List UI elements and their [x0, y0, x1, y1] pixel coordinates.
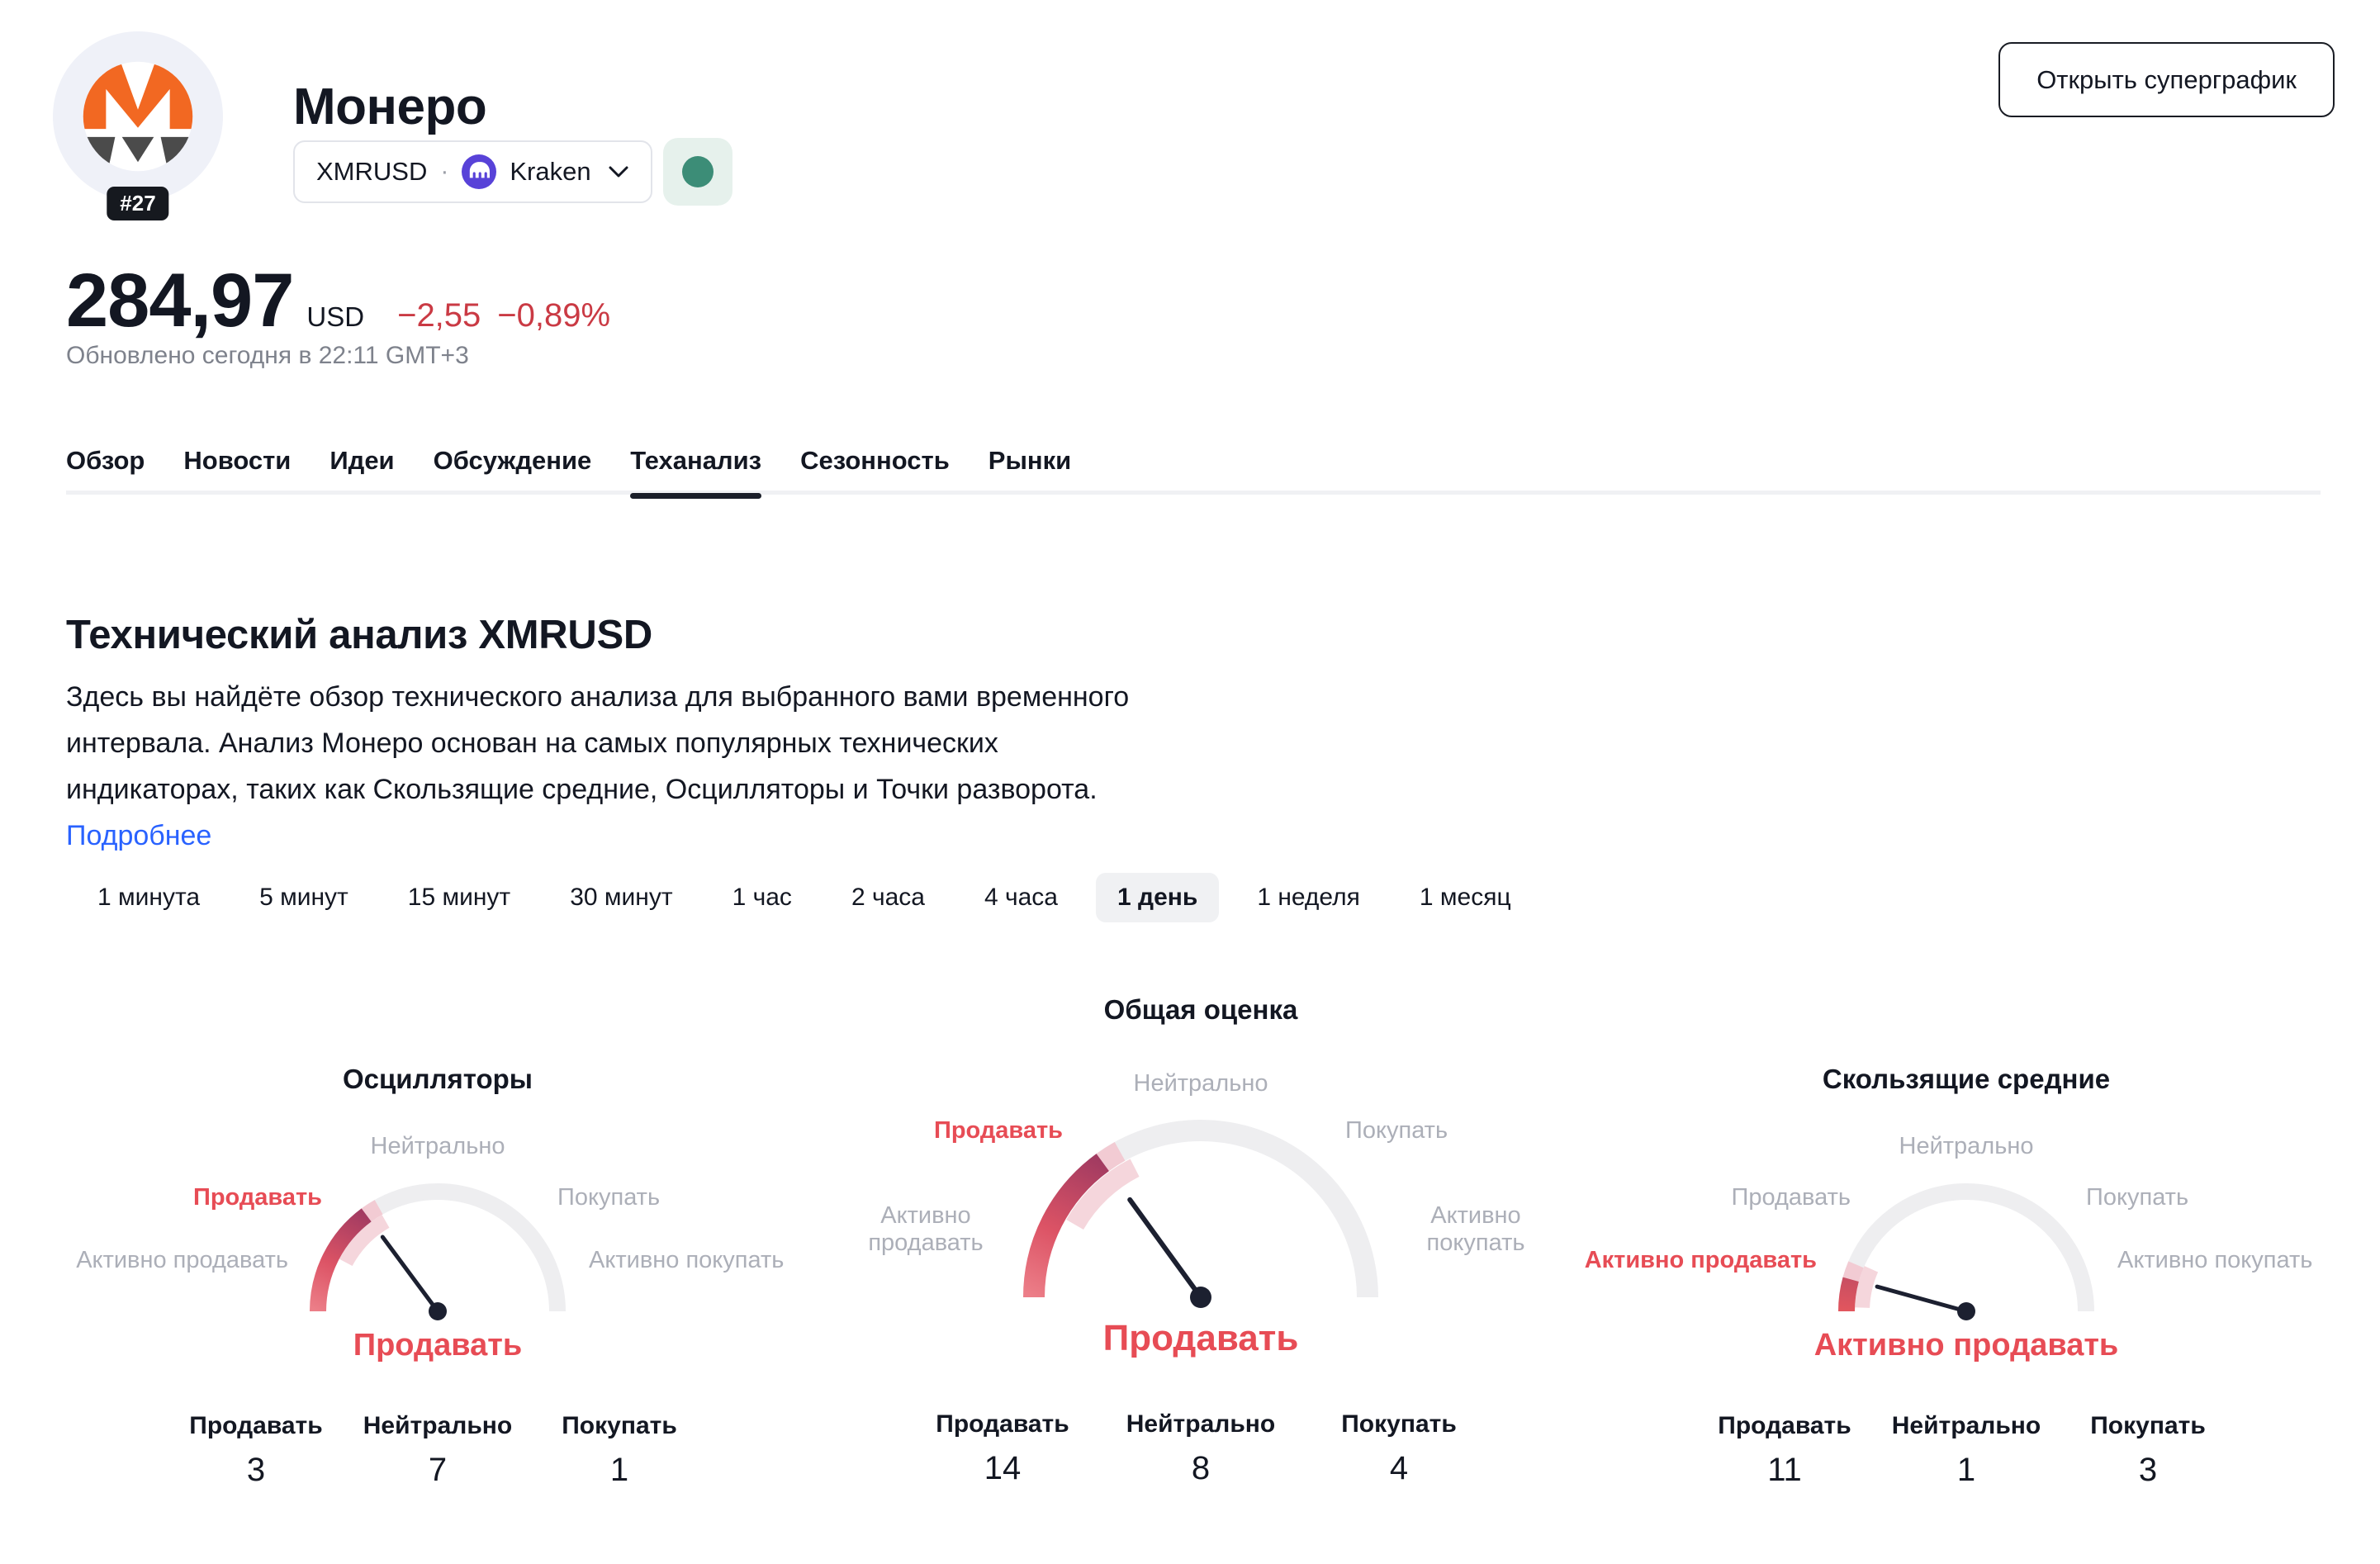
- section-description: Здесь вы найдёте обзор технического анал…: [66, 674, 1140, 859]
- gauge-needle: [1130, 1200, 1211, 1308]
- count-sell-value: 14: [903, 1450, 1102, 1487]
- section-heading: Технический анализ XMRUSD: [66, 612, 652, 658]
- market-open-dot-icon: [682, 156, 714, 187]
- gauge-title: Общая оценка: [788, 994, 1614, 1026]
- gauge-counts: Продавать 3 Нейтрально 7 Покупать 1: [66, 1412, 809, 1489]
- count-neutral: Нейтрально 8: [1102, 1410, 1300, 1487]
- tab-overview[interactable]: Обзор: [66, 443, 145, 491]
- count-buy-label: Покупать: [2057, 1412, 2239, 1440]
- open-superchart-button[interactable]: Открыть суперграфик: [1998, 42, 2335, 117]
- tab-technicals[interactable]: Теханализ: [630, 443, 761, 491]
- count-sell-label: Продавать: [165, 1412, 347, 1440]
- gauge-label-strong-buy: Активно покупать: [1406, 1202, 1546, 1257]
- gauge-label-strong-sell: Активно продавать: [856, 1202, 996, 1257]
- count-neutral-label: Нейтрально: [1102, 1410, 1300, 1438]
- count-buy-label: Покупать: [529, 1412, 710, 1440]
- interval-2-hours[interactable]: 2 часа: [830, 873, 946, 922]
- count-buy: Покупать 3: [2057, 1412, 2239, 1489]
- gauge-dial: [289, 1179, 586, 1328]
- interval-1-month[interactable]: 1 месяц: [1398, 873, 1533, 922]
- count-neutral-label: Нейтрально: [1875, 1412, 2057, 1440]
- symbol-label: XMRUSD: [316, 157, 427, 187]
- market-cap-rank-badge: #27: [107, 187, 168, 220]
- technical-analysis-page: { "header": { "coin_name": "Монеро", "ra…: [0, 0, 2380, 1564]
- gauge-counts: Продавать 14 Нейтрально 8 Покупать 4: [788, 1410, 1614, 1487]
- gauge-label-neutral: Нейтрально: [1595, 1133, 2338, 1160]
- price-change-abs: −2,55: [397, 297, 481, 334]
- count-sell: Продавать 14: [903, 1410, 1102, 1487]
- interval-1-week[interactable]: 1 неделя: [1235, 873, 1382, 922]
- gauge-title: Скользящие средние: [1595, 1064, 2338, 1095]
- tab-markets[interactable]: Рынки: [989, 443, 1071, 491]
- tab-ideas[interactable]: Идеи: [330, 443, 394, 491]
- interval-selector: 1 минута 5 минут 15 минут 30 минут 1 час…: [76, 873, 1533, 922]
- gauge-dial: [994, 1103, 1407, 1314]
- gauge-result: Продавать: [66, 1328, 809, 1363]
- interval-5-minutes[interactable]: 5 минут: [238, 873, 370, 922]
- interval-15-minutes[interactable]: 15 минут: [386, 873, 532, 922]
- tab-seasonality[interactable]: Сезонность: [800, 443, 950, 491]
- coin-logo-area: #27: [53, 31, 223, 201]
- count-buy-value: 3: [2057, 1452, 2239, 1489]
- market-status-badge: [663, 138, 732, 206]
- gauge-label-strong-buy: Активно покупать: [2117, 1247, 2312, 1274]
- count-neutral-value: 8: [1102, 1450, 1300, 1487]
- exchange-label: Kraken: [510, 157, 590, 187]
- interval-1-minute[interactable]: 1 минута: [76, 873, 221, 922]
- count-neutral: Нейтрально 7: [347, 1412, 529, 1489]
- price-change: −2,55 −0,89%: [397, 297, 610, 334]
- price-change-pct: −0,89%: [497, 297, 610, 334]
- gauge-label-strong-sell: Активно продавать: [76, 1247, 288, 1274]
- page-title: Монеро: [293, 78, 486, 136]
- count-neutral-label: Нейтрально: [347, 1412, 529, 1440]
- interval-1-day[interactable]: 1 день: [1096, 873, 1219, 922]
- interval-30-minutes[interactable]: 30 минут: [548, 873, 694, 922]
- price-updated-timestamp: Обновлено сегодня в 22:11 GMT+3: [66, 342, 469, 370]
- count-sell: Продавать 3: [165, 1412, 347, 1489]
- section-description-text: Здесь вы найдёте обзор технического анал…: [66, 681, 1129, 805]
- price-value: 284,97: [66, 258, 293, 344]
- page-tabs: Обзор Новости Идеи Обсуждение Теханализ …: [66, 443, 2321, 495]
- gauge-title: Осцилляторы: [66, 1064, 809, 1095]
- count-buy-label: Покупать: [1300, 1410, 1498, 1438]
- gauge-needle: [1877, 1287, 1975, 1320]
- count-sell-label: Продавать: [1694, 1412, 1875, 1440]
- gauge-label-neutral: Нейтрально: [788, 1070, 1614, 1097]
- gauge-dial: [1818, 1179, 2115, 1328]
- gauge-result: Активно продавать: [1595, 1328, 2338, 1363]
- interval-4-hours[interactable]: 4 часа: [963, 873, 1079, 922]
- gauge-summary: Общая оценка Нейтрально Продавать Покупа…: [788, 988, 1614, 1524]
- gauge-oscillators: Осцилляторы Нейтрально Продавать Покупат…: [66, 1040, 809, 1524]
- monero-logo-icon: [81, 59, 195, 173]
- tab-news[interactable]: Новости: [183, 443, 291, 491]
- kraken-exchange-icon: [462, 154, 496, 189]
- interval-1-hour[interactable]: 1 час: [711, 873, 813, 922]
- count-buy-value: 1: [529, 1452, 710, 1489]
- count-sell-value: 3: [165, 1452, 347, 1489]
- count-neutral-value: 1: [1875, 1452, 2057, 1489]
- gauge-label-neutral: Нейтрально: [66, 1133, 809, 1160]
- gauge-label-strong-sell: Активно продавать: [1585, 1247, 1817, 1274]
- gauge-result: Продавать: [788, 1318, 1614, 1359]
- count-buy-value: 4: [1300, 1450, 1498, 1487]
- count-buy: Покупать 1: [529, 1412, 710, 1489]
- tab-discussion[interactable]: Обсуждение: [434, 443, 592, 491]
- count-sell: Продавать 11: [1694, 1412, 1875, 1489]
- gauge-label-strong-buy: Активно покупать: [589, 1247, 784, 1274]
- more-link[interactable]: Подробнее: [66, 820, 211, 851]
- count-neutral: Нейтрально 1: [1875, 1412, 2057, 1489]
- gauge-needle: [382, 1237, 447, 1320]
- separator-dot: ·: [440, 158, 448, 186]
- count-buy: Покупать 4: [1300, 1410, 1498, 1487]
- count-neutral-value: 7: [347, 1452, 529, 1489]
- count-sell-label: Продавать: [903, 1410, 1102, 1438]
- chevron-down-icon: [608, 165, 629, 178]
- symbol-exchange-switcher[interactable]: XMRUSD · Kraken: [293, 140, 652, 203]
- gauge-counts: Продавать 11 Нейтрально 1 Покупать 3: [1595, 1412, 2338, 1489]
- count-sell-value: 11: [1694, 1452, 1875, 1489]
- price-row: 284,97 USD −2,55 −0,89%: [66, 258, 610, 344]
- gauge-moving-averages: Скользящие средние Нейтрально Продавать …: [1595, 1040, 2338, 1524]
- price-currency: USD: [306, 301, 364, 333]
